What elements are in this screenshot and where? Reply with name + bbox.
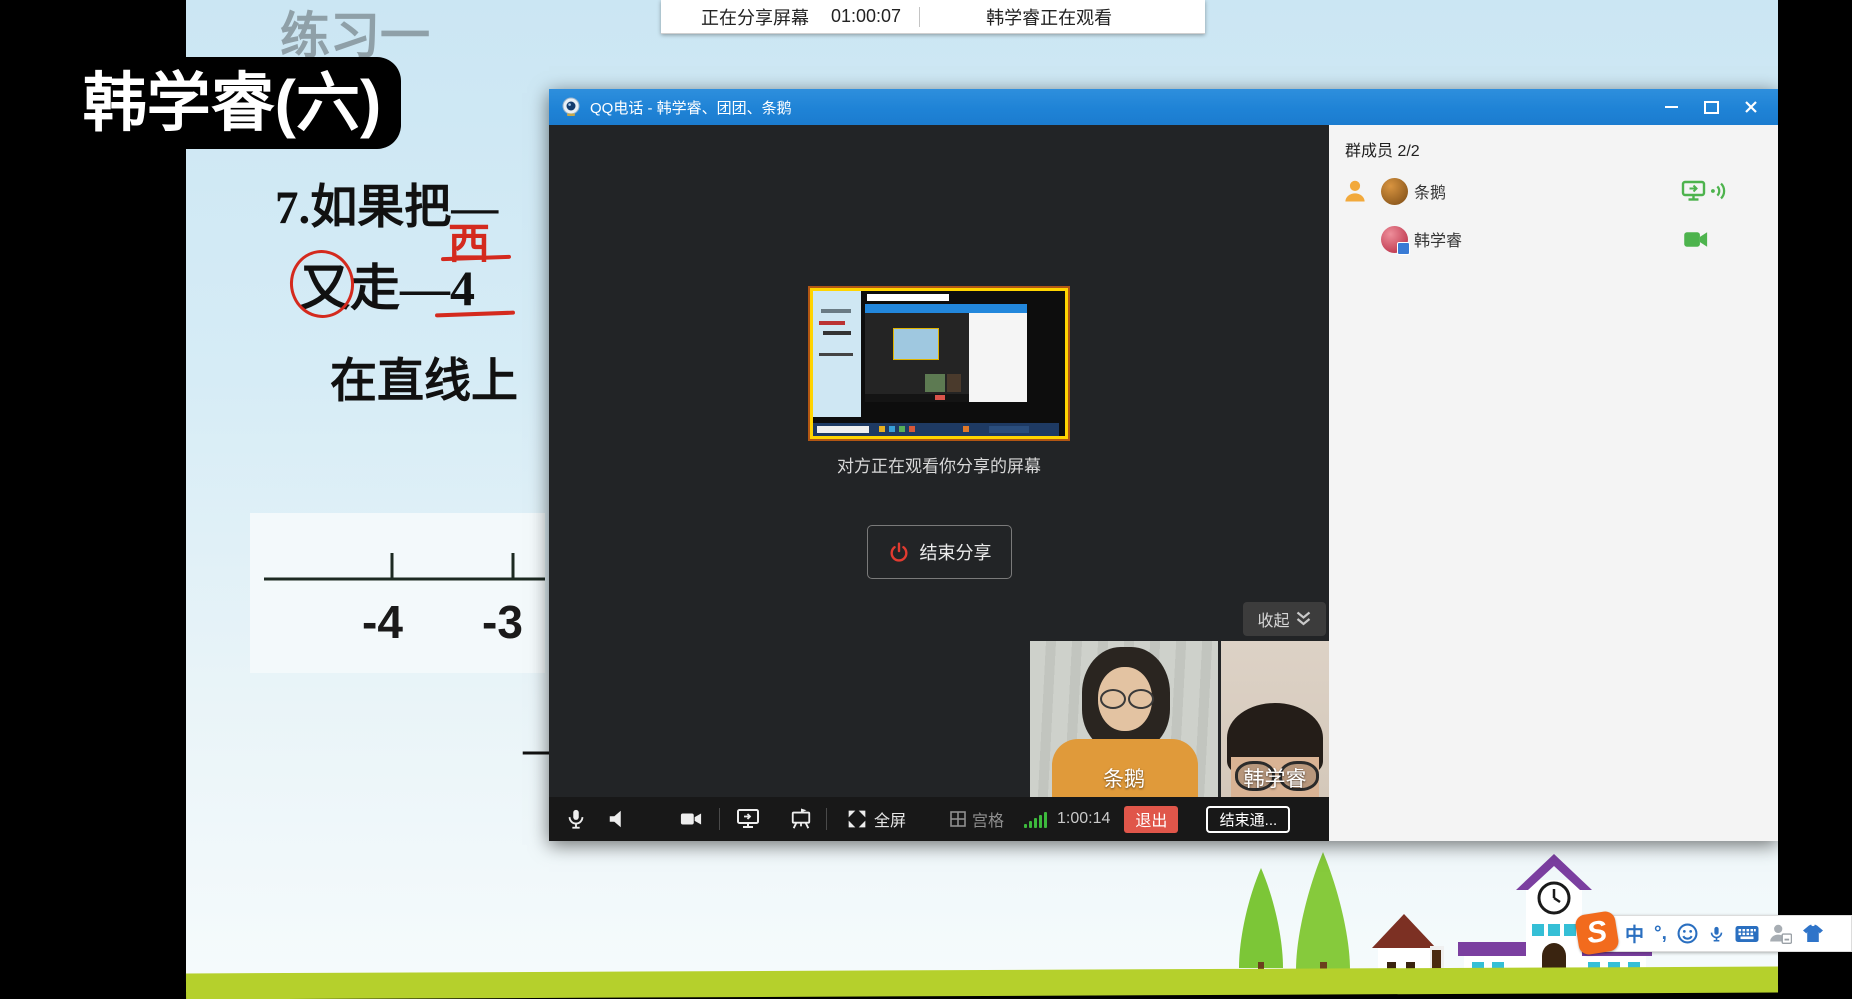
avatar-badge bbox=[1397, 242, 1410, 255]
call-toolbar: 全屏 宫格 1:00:14 退出 结束通... bbox=[549, 797, 1329, 841]
emoji-icon[interactable] bbox=[1677, 923, 1698, 944]
whiteboard-button[interactable] bbox=[790, 807, 812, 831]
webcam-icon bbox=[561, 97, 581, 117]
toolbar-divider bbox=[719, 808, 720, 830]
voice-input-icon[interactable] bbox=[1708, 923, 1725, 945]
sharing-duration: 01:00:07 bbox=[831, 6, 901, 27]
microphone-button[interactable] bbox=[565, 807, 587, 831]
avatar bbox=[1381, 178, 1408, 205]
close-icon bbox=[1744, 100, 1758, 114]
user-settings-icon[interactable] bbox=[1769, 923, 1792, 944]
grid-view-label[interactable]: 宫格 bbox=[972, 807, 1004, 831]
video-tile-tiaoe[interactable]: 条鹅 bbox=[1030, 641, 1218, 797]
window-titlebar[interactable]: QQ电话 - 韩学睿、团团、条鹅 bbox=[549, 89, 1778, 125]
ime-mode-chinese[interactable]: 中 bbox=[1625, 920, 1644, 947]
maximize-icon bbox=[1704, 101, 1719, 114]
qq-call-window: QQ电话 - 韩学睿、团团、条鹅 bbox=[549, 89, 1778, 841]
collapse-label: 收起 bbox=[1257, 607, 1289, 631]
numberline-label-neg3: -3 bbox=[482, 595, 523, 649]
math-problem-line3: 在直线上 bbox=[330, 342, 518, 411]
grass-strip bbox=[186, 967, 1778, 999]
preview-window bbox=[865, 304, 1027, 402]
preview-taskbar bbox=[813, 423, 1059, 436]
close-button[interactable] bbox=[1736, 96, 1766, 118]
call-main-area: 对方正在观看你分享的屏幕 结束分享 收起 条鹅 bbox=[549, 125, 1329, 841]
exit-label: 退出 bbox=[1135, 807, 1167, 831]
members-panel-header: 群成员 2/2 bbox=[1345, 137, 1778, 161]
glasses-left bbox=[1100, 689, 1126, 709]
signal-strength-icon bbox=[1024, 810, 1049, 828]
window-title: QQ电话 - 韩学睿、团团、条鹅 bbox=[590, 97, 792, 118]
chevron-double-down-icon bbox=[1295, 611, 1312, 627]
sharing-status-label: 正在分享屏幕 bbox=[701, 4, 809, 30]
glasses-right bbox=[1128, 689, 1154, 709]
end-call-button[interactable]: 结束通... bbox=[1206, 806, 1290, 833]
member-row-hanxuerui[interactable]: 韩学睿 bbox=[1329, 221, 1778, 257]
power-icon bbox=[888, 541, 910, 563]
viewer-status-label: 韩学睿正在观看 bbox=[986, 4, 1112, 30]
fullscreen-label[interactable]: 全屏 bbox=[874, 807, 906, 831]
numberline-label-neg4: -4 bbox=[362, 595, 403, 649]
status-divider bbox=[919, 7, 920, 27]
member-camera-icon bbox=[1684, 231, 1708, 248]
toolbar-divider bbox=[826, 808, 827, 830]
shared-screen-preview bbox=[810, 288, 1068, 439]
grid-view-icon[interactable] bbox=[950, 811, 966, 827]
red-annotation-char: 西 bbox=[448, 210, 490, 271]
sharing-caption: 对方正在观看你分享的屏幕 bbox=[549, 452, 1329, 477]
video-name-label: 韩学睿 bbox=[1221, 763, 1329, 793]
fullscreen-icon[interactable] bbox=[847, 809, 867, 829]
minimize-button[interactable] bbox=[1656, 96, 1686, 118]
preview-slide-strip bbox=[813, 291, 861, 417]
screen-share-status-bar: 正在分享屏幕 01:00:07 韩学睿正在观看 bbox=[661, 0, 1205, 34]
end-share-label: 结束分享 bbox=[920, 539, 992, 565]
speaking-person-icon bbox=[1343, 179, 1367, 203]
group-members-panel: 群成员 2/2 条鹅 韩学睿 bbox=[1329, 125, 1778, 841]
exit-button[interactable]: 退出 bbox=[1124, 806, 1178, 833]
annotation-name-tag: 韩学睿(六) bbox=[63, 57, 401, 149]
avatar bbox=[1381, 226, 1408, 253]
member-name: 韩学睿 bbox=[1414, 227, 1462, 251]
minimize-icon bbox=[1665, 106, 1678, 108]
end-call-label: 结束通... bbox=[1220, 809, 1278, 830]
speaker-button[interactable] bbox=[607, 808, 629, 830]
camera-button[interactable] bbox=[679, 808, 703, 830]
call-duration: 1:00:14 bbox=[1057, 810, 1110, 828]
keyboard-icon[interactable] bbox=[1735, 925, 1759, 943]
ime-punctuation[interactable]: °, bbox=[1654, 923, 1667, 945]
member-audio-icon bbox=[1710, 182, 1728, 200]
number-line-svg bbox=[250, 513, 545, 673]
collapse-videos-button[interactable]: 收起 bbox=[1243, 602, 1326, 636]
preview-status-bar bbox=[867, 294, 949, 301]
maximize-button[interactable] bbox=[1696, 96, 1726, 118]
member-name: 条鹅 bbox=[1414, 179, 1446, 203]
member-screen-share-icon bbox=[1681, 180, 1706, 202]
number-line-figure: -4 -3 bbox=[250, 513, 545, 673]
video-tile-hanxuerui[interactable]: 韩学睿 bbox=[1221, 641, 1329, 797]
ime-toolbar: S 中 °, bbox=[1582, 915, 1852, 952]
sogou-logo-icon[interactable]: S bbox=[1574, 910, 1620, 956]
video-name-label: 条鹅 bbox=[1030, 763, 1218, 793]
screen-share-button[interactable] bbox=[736, 807, 760, 831]
skin-shirt-icon[interactable] bbox=[1802, 924, 1824, 943]
end-share-button[interactable]: 结束分享 bbox=[867, 525, 1012, 579]
member-row-tiaoe[interactable]: 条鹅 bbox=[1329, 173, 1778, 209]
